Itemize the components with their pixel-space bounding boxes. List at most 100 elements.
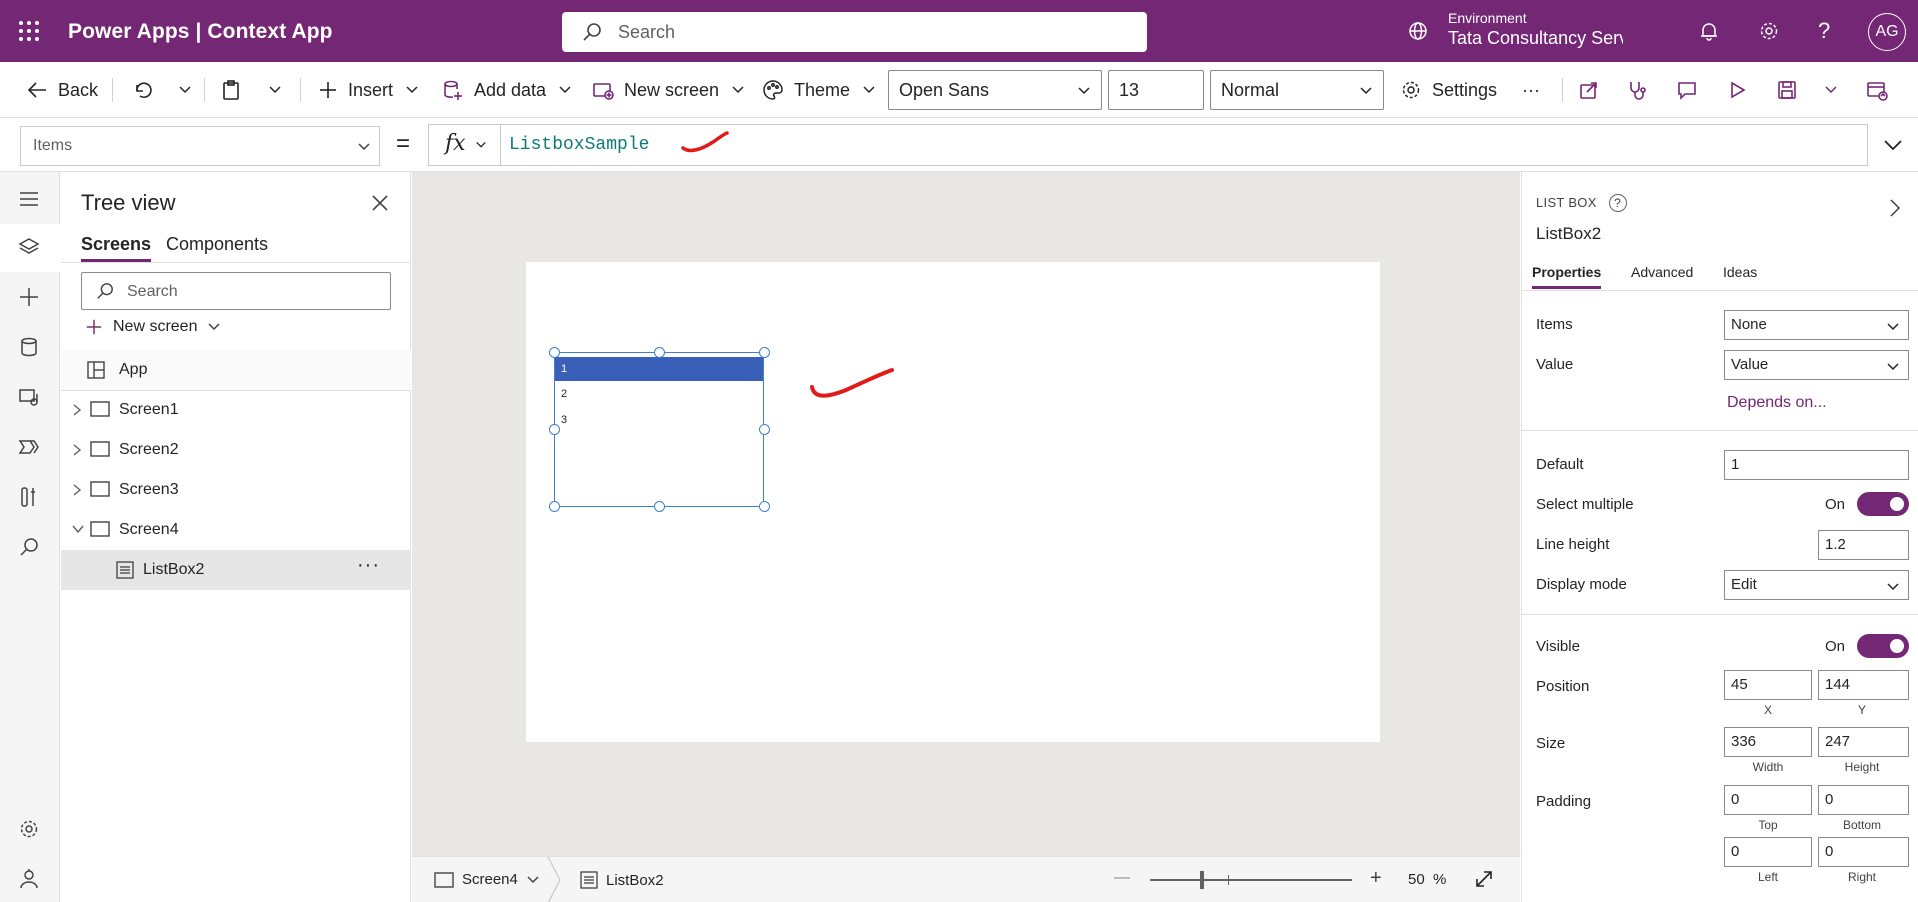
command-bar: Back Insert Add data New screen Theme Op… <box>0 62 1918 118</box>
more-commands-button[interactable]: ··· <box>1522 62 1540 118</box>
resize-handle[interactable] <box>549 347 560 358</box>
resize-handle[interactable] <box>654 347 665 358</box>
resize-handle[interactable] <box>759 424 770 435</box>
resize-handle[interactable] <box>549 501 560 512</box>
undo-dropdown-button[interactable] <box>178 62 202 118</box>
tab-screens[interactable]: Screens <box>81 234 152 262</box>
insert-plus-icon[interactable] <box>18 286 40 308</box>
resize-handle[interactable] <box>759 501 770 512</box>
collapse-panel-icon[interactable] <box>1888 198 1902 218</box>
data-cylinder-icon[interactable] <box>18 336 40 358</box>
size-width-input[interactable]: 336 <box>1724 727 1812 757</box>
settings-gear-icon[interactable] <box>18 818 40 840</box>
theme-button[interactable]: Theme <box>762 62 886 118</box>
select-multiple-toggle[interactable] <box>1857 492 1909 516</box>
power-automate-icon[interactable] <box>18 436 40 458</box>
zoom-slider[interactable] <box>1150 871 1352 889</box>
depends-on-link[interactable]: Depends on... <box>1727 394 1827 412</box>
new-screen-button[interactable]: New screen <box>592 62 755 118</box>
avatar[interactable]: AG <box>1868 13 1906 51</box>
breadcrumb-control[interactable]: ListBox2 <box>580 871 664 889</box>
size-height-input[interactable]: 247 <box>1818 727 1909 757</box>
padding-left-caption: Left <box>1757 870 1778 884</box>
position-y-input[interactable]: 144 <box>1818 670 1909 700</box>
paste-button[interactable] <box>220 62 252 118</box>
control-name[interactable]: ListBox2 <box>1536 224 1601 244</box>
resize-handle[interactable] <box>759 347 770 358</box>
back-button[interactable]: Back <box>26 62 98 118</box>
add-data-button[interactable]: Add data <box>442 62 582 118</box>
share-button[interactable] <box>1578 62 1610 118</box>
tree-view-layers-icon[interactable] <box>18 236 40 258</box>
more-options-button[interactable]: ··· <box>357 554 380 577</box>
undo-button[interactable] <box>132 62 164 118</box>
padding-left-input[interactable]: 0 <box>1724 837 1812 867</box>
breadcrumb-screen[interactable]: Screen4 <box>434 871 540 888</box>
tab-properties[interactable]: Properties <box>1532 264 1602 289</box>
tree-item-screen2[interactable]: Screen2 <box>61 430 411 470</box>
property-dropdown[interactable]: Items <box>20 126 380 166</box>
settings-button[interactable]: Settings <box>1400 62 1497 118</box>
font-weight-dropdown[interactable]: Normal <box>1210 70 1384 110</box>
app-checker-button[interactable] <box>1626 62 1658 118</box>
listbox-item[interactable]: 2 <box>555 382 763 406</box>
items-dropdown[interactable]: None <box>1724 310 1909 340</box>
expand-formula-button[interactable] <box>1882 134 1904 156</box>
padding-bottom-input[interactable]: 0 <box>1818 785 1909 815</box>
search-icon[interactable] <box>18 536 40 558</box>
value-dropdown[interactable]: Value <box>1724 350 1909 380</box>
resize-handle[interactable] <box>549 424 560 435</box>
global-search-input[interactable]: Search <box>562 12 1147 52</box>
tree-item-screen4[interactable]: Screen4 <box>61 510 411 550</box>
listbox-item[interactable]: 1 <box>555 357 763 381</box>
default-input[interactable]: 1 <box>1724 450 1909 480</box>
tree-item-screen1[interactable]: Screen1 <box>61 390 411 430</box>
tab-ideas[interactable]: Ideas <box>1723 264 1757 286</box>
listbox-item[interactable]: 3 <box>555 408 763 432</box>
screen-artboard[interactable]: 1 2 3 <box>526 262 1380 742</box>
position-x-input[interactable]: 45 <box>1724 670 1812 700</box>
font-family-dropdown[interactable]: Open Sans <box>888 70 1102 110</box>
font-size-input[interactable]: 13 <box>1108 70 1204 110</box>
zoom-slider-thumb[interactable] <box>1200 871 1204 889</box>
help-icon[interactable]: ? <box>1818 18 1830 44</box>
media-icon[interactable] <box>18 386 40 408</box>
settings-gear-icon[interactable] <box>1758 20 1780 42</box>
fit-to-window-icon[interactable] <box>1474 869 1494 889</box>
virtual-agent-icon[interactable] <box>18 868 40 890</box>
app-launcher-icon[interactable] <box>18 20 40 42</box>
zoom-in-button[interactable]: + <box>1370 867 1382 890</box>
publish-button[interactable] <box>1866 62 1898 118</box>
tree-item-listbox2[interactable]: ListBox2 ··· <box>61 550 411 590</box>
comments-button[interactable] <box>1676 62 1708 118</box>
help-icon[interactable]: ? <box>1608 194 1627 212</box>
display-mode-dropdown[interactable]: Edit <box>1724 570 1909 600</box>
paste-dropdown-button[interactable] <box>268 62 292 118</box>
function-button[interactable]: fx <box>429 125 501 165</box>
listbox-control[interactable]: 1 2 3 <box>554 352 764 507</box>
save-button[interactable] <box>1776 62 1808 118</box>
notifications-icon[interactable] <box>1698 20 1720 42</box>
preview-button[interactable] <box>1726 62 1758 118</box>
tab-components[interactable]: Components <box>166 234 268 259</box>
visible-toggle[interactable] <box>1857 634 1909 658</box>
zoom-out-button[interactable]: — <box>1114 869 1130 887</box>
tree-item-screen3[interactable]: Screen3 <box>61 470 411 510</box>
environment-value[interactable]: Tata Consultancy Servic... <box>1448 28 1623 49</box>
save-dropdown-button[interactable] <box>1824 62 1848 118</box>
close-icon[interactable] <box>371 194 389 212</box>
environment-icon[interactable] <box>1407 20 1429 42</box>
design-canvas[interactable]: 1 2 3 <box>412 172 1520 856</box>
tab-advanced[interactable]: Advanced <box>1631 264 1693 286</box>
padding-right-input[interactable]: 0 <box>1818 837 1909 867</box>
line-height-input[interactable]: 1.2 <box>1818 530 1909 560</box>
padding-top-input[interactable]: 0 <box>1724 785 1812 815</box>
advanced-tools-icon[interactable] <box>18 486 40 508</box>
tree-item-app[interactable]: App <box>61 350 411 390</box>
formula-input[interactable]: ListboxSample <box>509 135 649 155</box>
hamburger-icon[interactable] <box>18 188 40 210</box>
tree-search-input[interactable]: Search <box>81 272 391 310</box>
new-screen-link[interactable]: New screen <box>85 318 221 336</box>
insert-button[interactable]: Insert <box>318 62 429 118</box>
resize-handle[interactable] <box>654 501 665 512</box>
